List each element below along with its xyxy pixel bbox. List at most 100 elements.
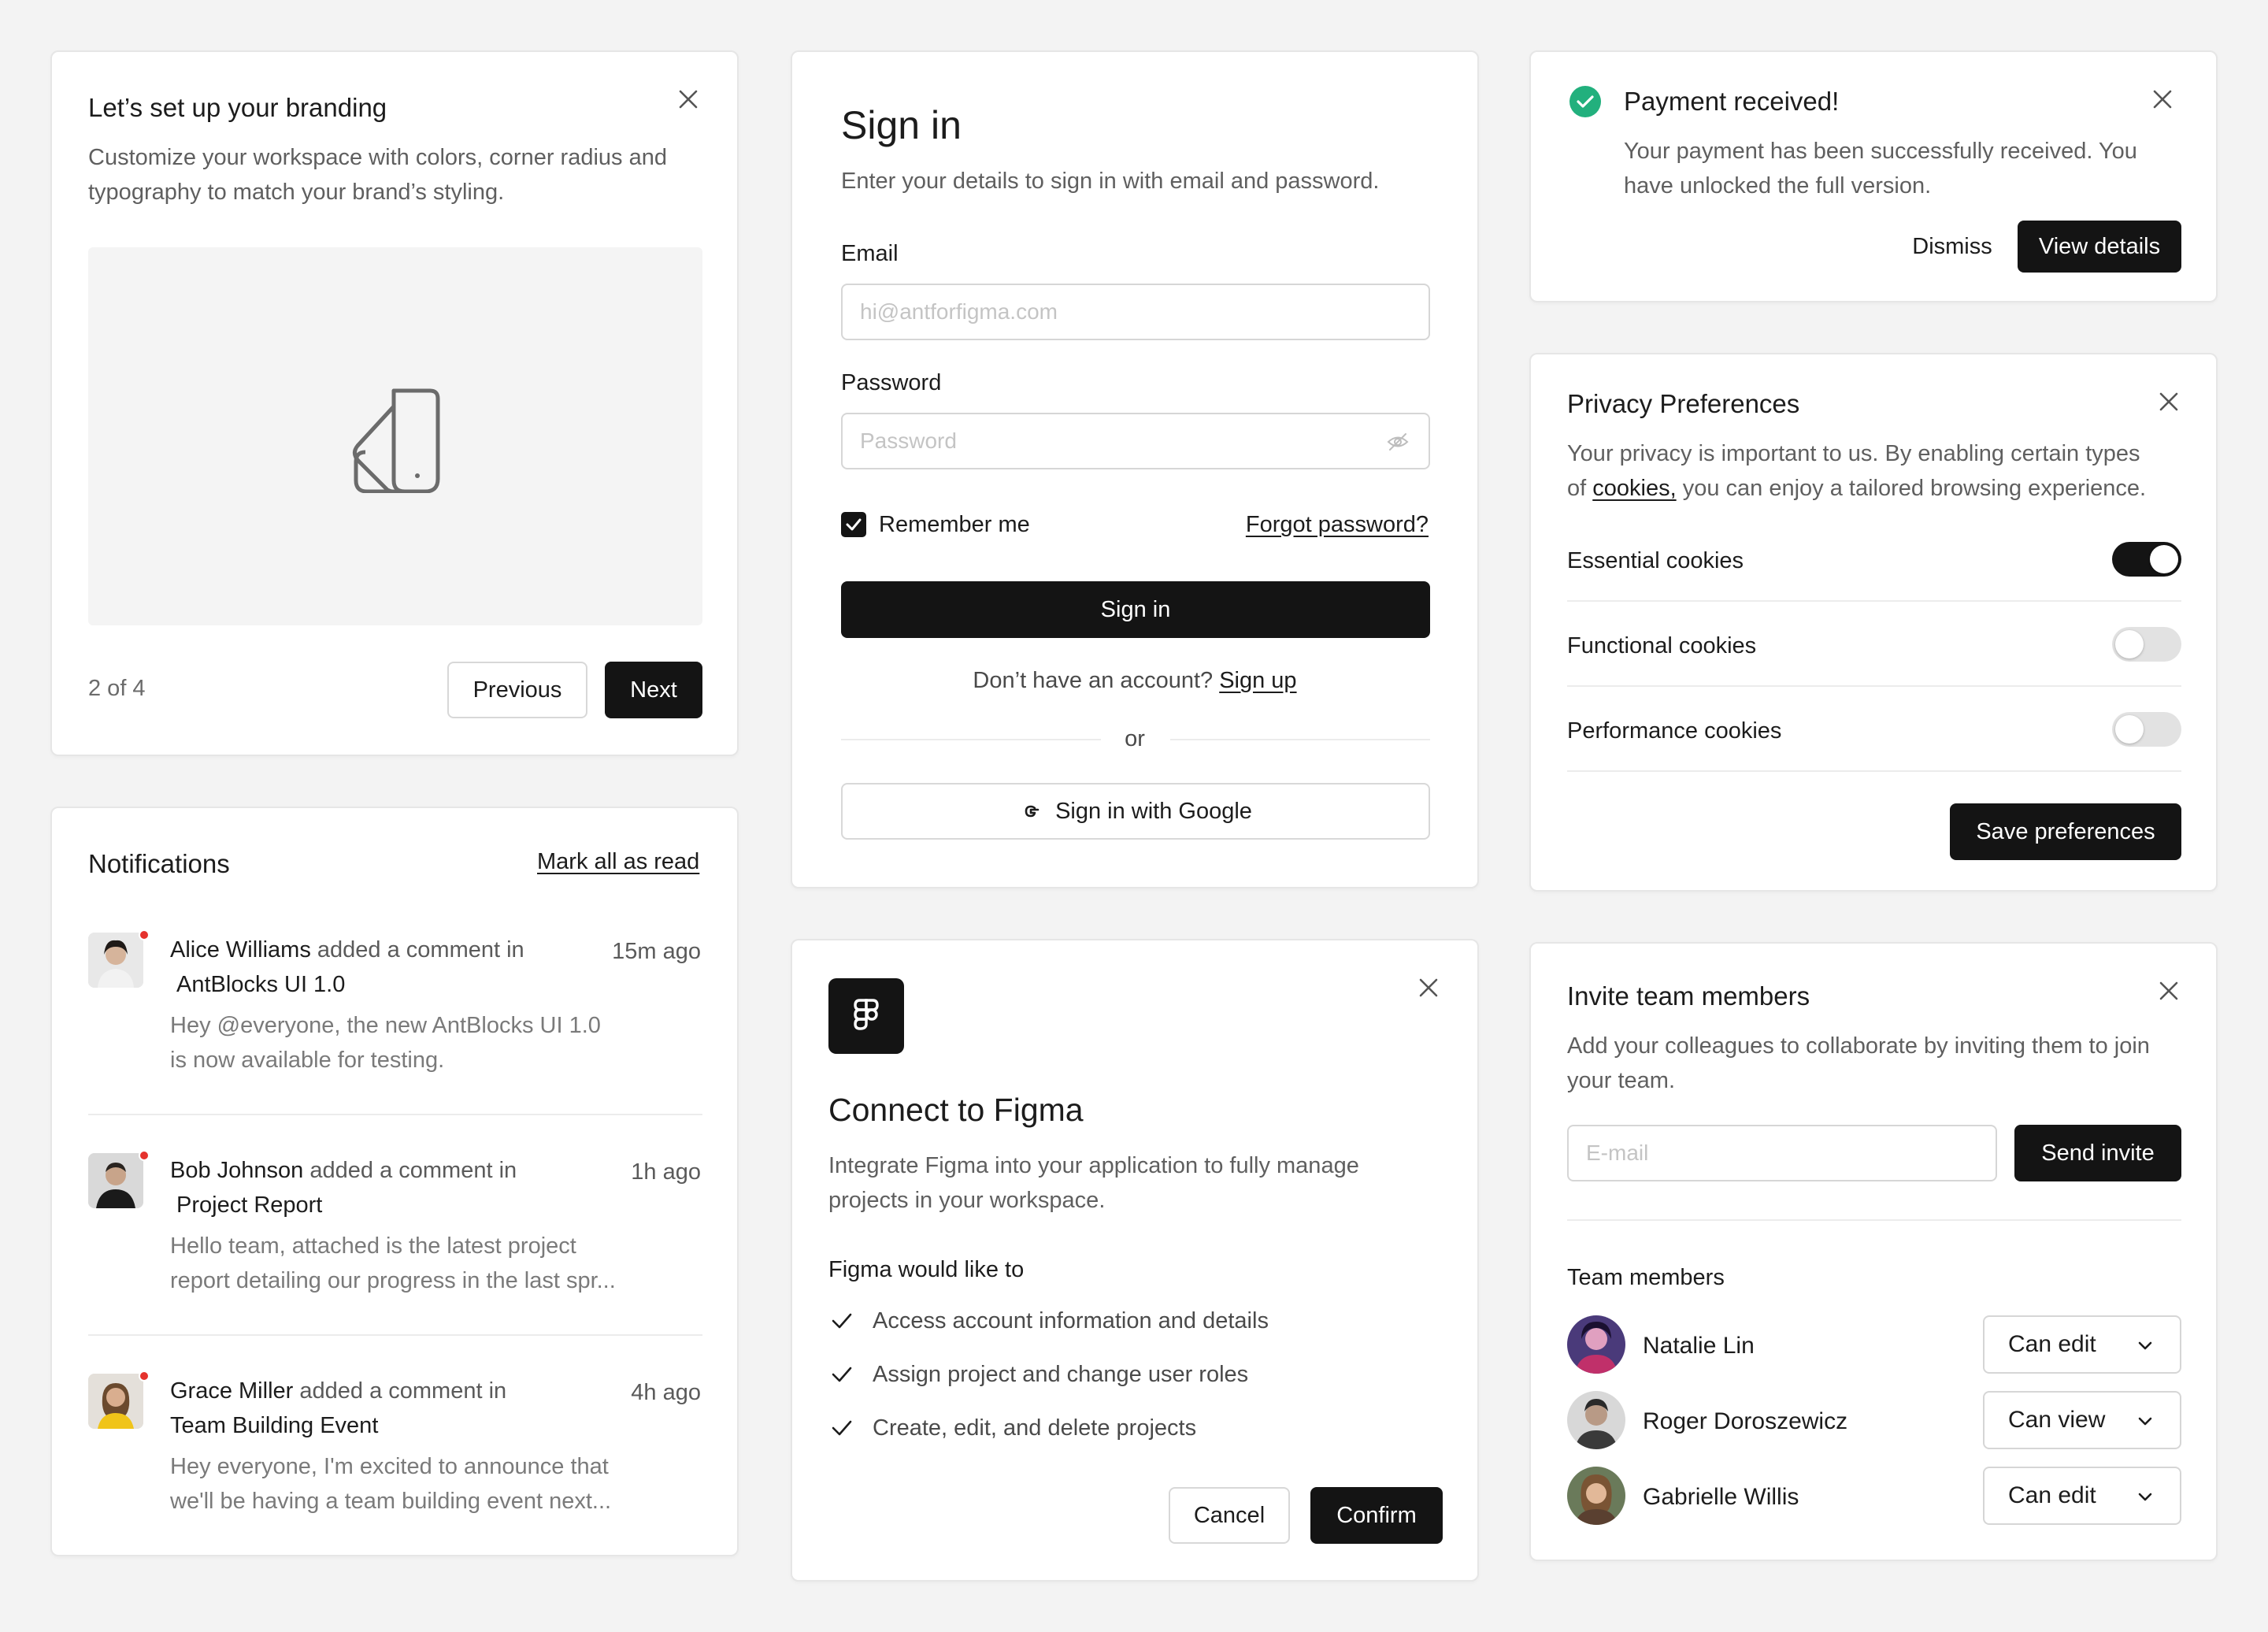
invite-desc-line: your team. (1567, 1068, 1675, 1093)
payment-desc-line: have unlocked the full version. (1624, 173, 1932, 198)
privacy-card: Privacy Preferences Your privacy is impo… (1529, 353, 2218, 892)
close-icon[interactable] (2148, 85, 2177, 113)
permission-label: Create, edit, and delete projects (873, 1415, 1197, 1441)
notification-body: Hey everyone, I'm excited to announce th… (170, 1449, 611, 1519)
signup-link[interactable]: Sign up (1219, 668, 1296, 693)
permission-dropdown[interactable]: Can edit (1983, 1315, 2181, 1374)
permission-item: Access account information and details (828, 1307, 1269, 1334)
save-preferences-button[interactable]: Save preferences (1950, 803, 2181, 860)
avatar (88, 1153, 143, 1208)
toggle-knob (2150, 545, 2178, 573)
eye-off-icon[interactable] (1386, 430, 1410, 454)
figma-desc-line: Integrate Figma into your application to… (828, 1153, 1359, 1178)
chevron-down-icon (2138, 1493, 2152, 1501)
notification-target[interactable]: Project Report (176, 1188, 322, 1222)
email-field[interactable]: hi@antforfigma.com (841, 284, 1430, 340)
notification-time: 4h ago (631, 1380, 701, 1405)
check-icon (846, 518, 862, 531)
permission-item: Create, edit, and delete projects (828, 1415, 1196, 1441)
functional-cookies-toggle[interactable] (2112, 627, 2181, 662)
dismiss-button[interactable]: Dismiss (1893, 221, 2011, 273)
privacy-desc-text: you can enjoy a tailored browsing experi… (1682, 476, 2147, 501)
check-icon (832, 1367, 852, 1382)
avatar (1567, 1315, 1625, 1374)
remember-checkbox[interactable] (841, 512, 866, 537)
payment-description: Your payment has been successfully recei… (1624, 134, 2137, 203)
send-invite-button[interactable]: Send invite (2014, 1125, 2181, 1181)
divider (1170, 739, 1430, 740)
toggle-knob (2115, 630, 2144, 658)
privacy-desc-text: of (1567, 476, 1587, 501)
notification-header: Grace Miller added a comment in (170, 1374, 506, 1408)
branding-card: Let’s set up your branding Customize you… (50, 50, 739, 756)
cookie-label-functional: Functional cookies (1567, 633, 1757, 658)
divider (1567, 770, 2181, 772)
permission-value: Can edit (2008, 1482, 2096, 1508)
mark-all-read-link[interactable]: Mark all as read (537, 849, 699, 875)
branding-description: Customize your workspace with colors, co… (88, 140, 667, 210)
password-label: Password (841, 370, 942, 395)
signin-button[interactable]: Sign in (841, 581, 1430, 638)
divider (88, 1334, 702, 1336)
figma-card: Connect to Figma Integrate Figma into yo… (791, 939, 1479, 1582)
invite-email-field[interactable]: E-mail (1567, 1125, 1997, 1181)
remember-label[interactable]: Remember me (879, 512, 1030, 538)
cookie-label-performance: Performance cookies (1567, 718, 1782, 744)
google-signin-label: Sign in with Google (1055, 798, 1252, 824)
notification-body-line: report detailing our progress in the las… (170, 1268, 616, 1293)
branding-desc-line: Customize your workspace with colors, co… (88, 145, 667, 170)
notification-body: Hey @everyone, the new AntBlocks UI 1.0 … (170, 1008, 601, 1077)
no-account-text: Don’t have an account? (973, 668, 1214, 693)
figma-description: Integrate Figma into your application to… (828, 1148, 1359, 1218)
notification-author[interactable]: Alice Williams (170, 937, 311, 963)
unread-dot (139, 1150, 150, 1161)
password-field[interactable]: Password (841, 413, 1430, 469)
notification-header: Bob Johnson added a comment in (170, 1153, 517, 1188)
permission-dropdown[interactable]: Can view (1983, 1391, 2181, 1449)
permission-label: Assign project and change user roles (873, 1361, 1249, 1387)
notification-header: Alice Williams added a comment in (170, 933, 524, 967)
permission-item: Assign project and change user roles (828, 1361, 1248, 1388)
avatar (88, 933, 143, 988)
notification-target[interactable]: AntBlocks UI 1.0 (176, 967, 345, 1002)
avatar (88, 1374, 143, 1429)
essential-cookies-toggle[interactable] (2112, 542, 2181, 577)
branding-desc-line: typography to match your brand’s styling… (88, 180, 505, 205)
previous-button[interactable]: Previous (447, 662, 587, 718)
confirm-button[interactable]: Confirm (1310, 1487, 1443, 1544)
chevron-down-icon (2138, 1417, 2152, 1426)
signin-title: Sign in (841, 103, 962, 147)
pager-text: 2 of 4 (88, 676, 146, 701)
unread-dot (139, 1371, 150, 1382)
view-details-button[interactable]: View details (2018, 221, 2181, 273)
divider (1567, 1219, 2181, 1221)
notification-body-line: is now available for testing. (170, 1048, 445, 1073)
team-members-heading: Team members (1567, 1265, 1725, 1290)
password-placeholder: Password (860, 428, 957, 453)
privacy-description: Your privacy is important to us. By enab… (1567, 436, 2146, 506)
notification-body-line: Hey everyone, I'm excited to announce th… (170, 1454, 609, 1479)
notification-author[interactable]: Bob Johnson (170, 1158, 303, 1183)
invite-title: Invite team members (1567, 981, 1810, 1011)
next-button[interactable]: Next (605, 662, 702, 718)
permission-dropdown[interactable]: Can edit (1983, 1467, 2181, 1525)
cancel-button[interactable]: Cancel (1169, 1487, 1290, 1544)
google-signin-button[interactable]: Sign in with Google (841, 783, 1430, 840)
privacy-title: Privacy Preferences (1567, 389, 1800, 418)
check-icon (832, 1313, 852, 1329)
close-icon[interactable] (674, 85, 702, 113)
forgot-password-link[interactable]: Forgot password? (1246, 512, 1429, 538)
close-icon[interactable] (2155, 977, 2183, 1005)
cookies-link[interactable]: cookies, (1592, 476, 1676, 501)
notification-action: added a comment in (309, 1158, 517, 1183)
close-icon[interactable] (2155, 388, 2183, 416)
privacy-desc-line: Your privacy is important to us. By enab… (1567, 441, 2140, 466)
avatar (1567, 1391, 1625, 1449)
notification-target[interactable]: Team Building Event (170, 1408, 378, 1443)
performance-cookies-toggle[interactable] (2112, 712, 2181, 747)
permission-value: Can edit (2008, 1331, 2096, 1357)
notification-author[interactable]: Grace Miller (170, 1378, 293, 1404)
close-icon[interactable] (1414, 974, 1443, 1002)
divider (1567, 600, 2181, 602)
signup-prompt: Don’t have an account? Sign up (792, 668, 1477, 694)
